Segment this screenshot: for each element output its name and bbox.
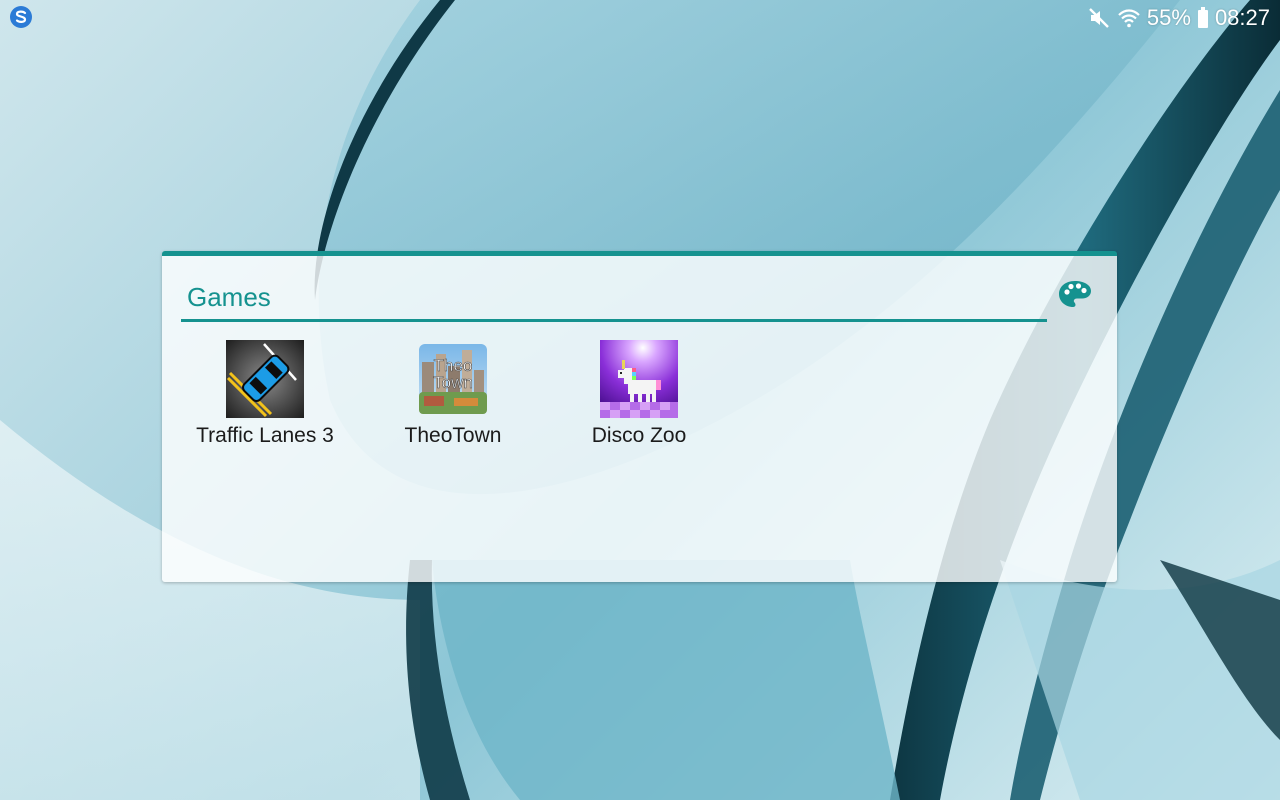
mute-icon [1089,8,1109,28]
traffic-lanes-icon [226,340,304,418]
folder-title-underline [181,319,1047,322]
battery-percentage: 55% [1146,5,1191,30]
battery-icon [1197,7,1208,28]
app-s-icon[interactable] [9,5,33,29]
app-label: Disco Zoo [591,424,687,447]
app-theotown[interactable]: Theo Town TheoTown [358,340,548,448]
status-bar: 55% 08:27 [0,0,1280,36]
app-label: TheoTown [404,424,502,447]
disco-zoo-icon [600,340,678,418]
folder-title[interactable]: Games [187,282,271,313]
status-indicators: 55% 08:27 [1087,4,1270,32]
theotown-icon-text-town: Town [433,373,473,392]
home-screen: 55% 08:27 Games Traffic Lanes 3 Theo Tow… [0,0,1280,800]
theotown-icon: Theo Town [419,344,487,414]
app-label: Traffic Lanes 3 [196,424,334,447]
wifi-icon [1118,9,1140,28]
app-traffic-lanes-3[interactable]: Traffic Lanes 3 [170,340,360,448]
games-folder: Games Traffic Lanes 3 Theo Town TheoTown… [162,251,1117,582]
clock: 08:27 [1214,5,1270,30]
palette-icon[interactable] [1058,279,1092,309]
app-disco-zoo[interactable]: Disco Zoo [544,340,734,448]
